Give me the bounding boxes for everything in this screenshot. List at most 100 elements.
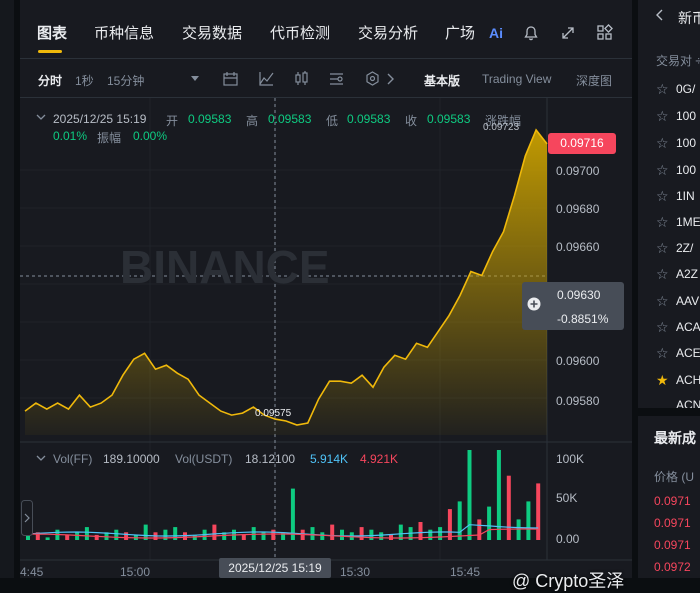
volume-bar	[124, 532, 129, 540]
interval-15m[interactable]: 15分钟	[107, 72, 144, 89]
volume-bar	[45, 537, 50, 540]
chevron-right-icon[interactable]	[386, 72, 396, 86]
volume-bar	[271, 529, 276, 540]
volume-bar	[241, 534, 246, 540]
scroll-left-handle[interactable]	[21, 500, 33, 536]
bell-icon[interactable]	[523, 25, 539, 41]
vol-ff-value: 189.10000	[103, 452, 160, 466]
open-label: 开	[166, 114, 179, 128]
low-value: 0.09583	[347, 112, 391, 126]
volume-bar	[369, 529, 374, 540]
ohlc-datetime: 2025/12/25 15:19	[53, 112, 147, 126]
calendar-icon[interactable]	[222, 70, 239, 87]
min-price-label: 0.09575	[255, 408, 292, 419]
tabs-divider	[20, 58, 632, 59]
depth-chart-button[interactable]: 深度图	[576, 72, 612, 89]
tab-trade-analysis[interactable]: 交易分析	[358, 22, 418, 43]
price-tick: 0.09700	[556, 164, 600, 178]
volume-bar	[457, 501, 462, 540]
vol-ma2-value: 4.921K	[360, 452, 399, 466]
volume-tick: 0.00	[556, 532, 580, 546]
volume-bar	[94, 534, 99, 540]
time-tick: 15:45	[450, 565, 481, 579]
volume-bar	[379, 532, 384, 540]
tab-token-check[interactable]: 代币检测	[270, 22, 330, 43]
collapse-icon[interactable]	[36, 113, 46, 121]
volume-bar	[251, 527, 256, 540]
price-chart[interactable]: BINANCE	[20, 98, 632, 578]
tab-square[interactable]: 广场	[445, 22, 475, 43]
volume-bar	[359, 527, 364, 540]
price-tick: 0.09600	[556, 354, 600, 368]
last-price-tag: 0.09716	[548, 133, 616, 154]
crosshair-time-tag: 2025/12/25 15:19	[219, 558, 331, 578]
volume-bar	[310, 527, 315, 540]
price-tick: 0.09580	[556, 394, 600, 408]
volume-bar	[261, 532, 266, 540]
volume-bar	[516, 519, 521, 540]
tradingview-button[interactable]: Trading View	[482, 72, 551, 86]
high-label: 高	[246, 114, 259, 128]
layout-grid-icon[interactable]	[596, 24, 614, 42]
back-chevron-icon[interactable]	[654, 8, 664, 22]
tab-trade-data[interactable]: 交易数据	[182, 22, 242, 43]
vol-usdt-value: 18.12100	[245, 452, 296, 466]
active-tab-indicator	[38, 50, 62, 53]
time-tick: 15:00	[120, 565, 151, 579]
ai-icon[interactable]: Ai	[489, 25, 503, 41]
time-tick: 15:30	[340, 565, 371, 579]
volume-bar	[487, 506, 492, 540]
candle-type-icon[interactable]	[293, 70, 310, 87]
vol-usdt-label: Vol(USDT)	[175, 452, 233, 466]
volume-bar	[65, 534, 70, 540]
market-list-panel: 新币 交易对 ÷ ☆ 0G/ ☆ 100 ☆ 100 ☆ 100 ☆ 1IN ☆ 1ME ☆…	[638, 0, 700, 578]
price-tick: 0.09680	[556, 202, 600, 216]
volume-bar	[75, 532, 80, 540]
volume-bar	[477, 519, 482, 540]
interval-dropdown-icon[interactable]	[190, 74, 200, 82]
basic-view-button[interactable]: 基本版	[424, 72, 460, 89]
crosshair-price: 0.09630	[557, 288, 601, 302]
vol-ma1-value: 5.914K	[310, 452, 349, 466]
volume-bar	[340, 529, 344, 540]
high-value: 0.09583	[268, 112, 312, 126]
hexagon-tool-icon[interactable]	[364, 70, 381, 87]
close-label: 收	[405, 114, 418, 128]
open-value: 0.09583	[188, 112, 232, 126]
volume-bar	[428, 529, 433, 540]
left-panel-edge	[0, 0, 14, 578]
interval-timeline[interactable]: 分时	[38, 72, 62, 89]
change-value: 0.01%	[53, 129, 88, 143]
volume-tick: 100K	[556, 452, 585, 466]
price-tick: 0.09660	[556, 240, 600, 254]
volume-bar	[114, 529, 119, 540]
volume-bar	[526, 501, 531, 540]
volume-bar	[536, 483, 541, 540]
binance-watermark: BINANCE	[120, 241, 330, 293]
expand-icon[interactable]	[560, 25, 576, 41]
amplitude-value: 0.00%	[133, 129, 168, 143]
volume-tick: 50K	[556, 491, 578, 505]
time-tick: 4:45	[20, 565, 44, 579]
volume-bar	[290, 488, 295, 540]
tab-coin-info[interactable]: 币种信息	[94, 22, 154, 43]
add-order-icon[interactable]	[527, 297, 541, 311]
volume-bar	[330, 524, 335, 540]
close-value: 0.09583	[427, 112, 471, 126]
volume-bar	[320, 532, 325, 540]
indicator-icon[interactable]	[258, 70, 275, 87]
author-credit: @ Crypto圣泽	[512, 571, 625, 591]
crosshair-percent: -0.8851%	[557, 312, 609, 326]
amplitude-label: 振幅	[97, 131, 122, 145]
volume-bar	[212, 524, 217, 540]
settings-lines-icon[interactable]	[328, 70, 345, 87]
volume-bar	[438, 527, 443, 540]
low-label: 低	[326, 114, 339, 128]
vol-ff-label: Vol(FF)	[53, 452, 93, 466]
volume-bar	[447, 509, 452, 540]
tab-chart[interactable]: 图表	[37, 22, 67, 43]
max-price-label: 0.09723	[483, 122, 520, 133]
volume-bar	[84, 527, 89, 540]
interval-1s[interactable]: 1秒	[75, 72, 94, 89]
volume-collapse-icon[interactable]	[36, 454, 46, 462]
